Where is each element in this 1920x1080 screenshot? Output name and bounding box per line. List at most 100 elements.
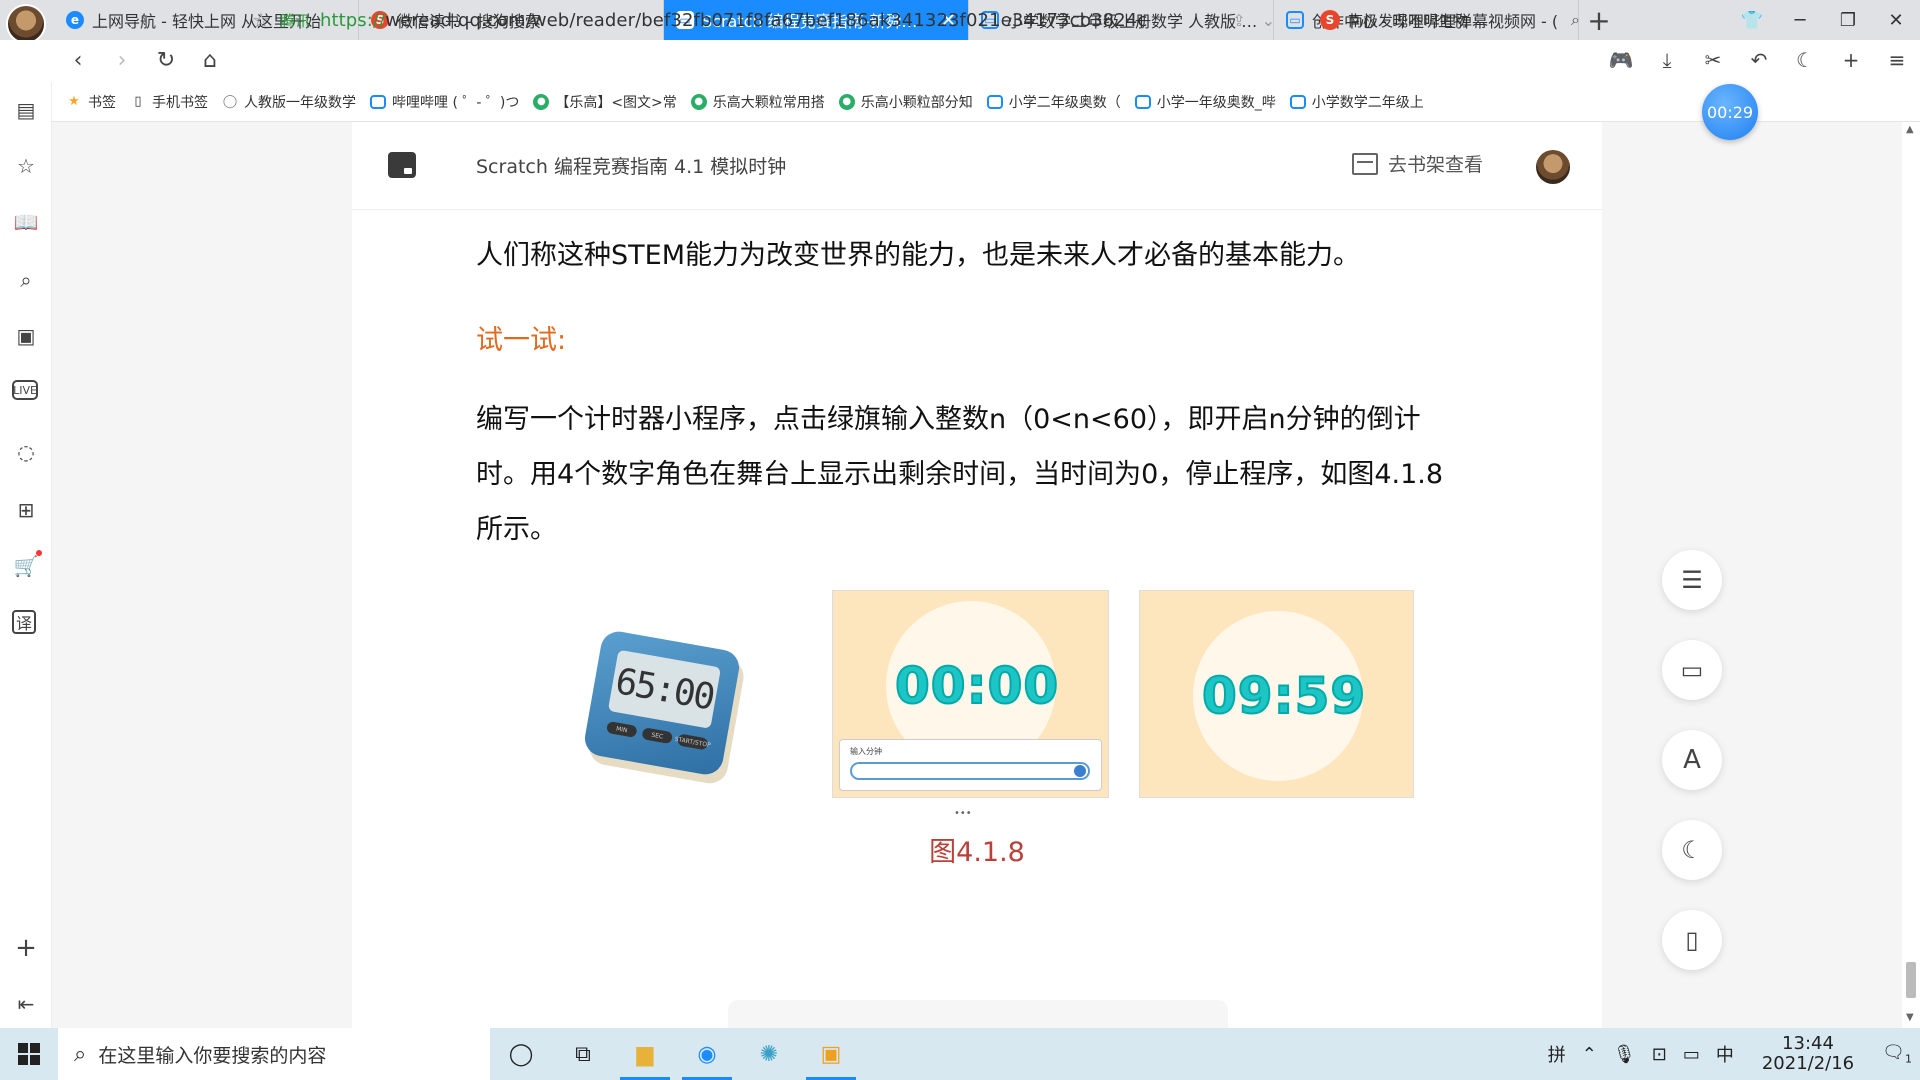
page-scrollbar[interactable]: ▲ ▼ [1902, 122, 1920, 1028]
game-icon[interactable]: 🎮 [1598, 40, 1644, 80]
url-text[interactable]: https://weread.qq.com/web/reader/bef32fb… [320, 10, 1147, 31]
notes-app-icon: ▣ [820, 1041, 842, 1067]
scroll-down-icon[interactable]: ▼ [1906, 1012, 1914, 1023]
bookmark-item[interactable]: ● 【乐高】<图文>常 [533, 92, 690, 112]
reload-button[interactable]: ↻ [144, 40, 188, 80]
scroll-thumb[interactable] [1906, 962, 1916, 998]
bookmark-item[interactable]: ● 乐高大颗粒常用搭 [690, 92, 839, 112]
app-taskbar-button[interactable]: ✺ [738, 1028, 800, 1080]
bookmark-item[interactable]: 小学一年级奥数_哔 [1134, 92, 1290, 112]
lightning-icon[interactable]: ⚡ [1205, 11, 1216, 30]
bookshelf-icon [1352, 152, 1378, 175]
font-button[interactable]: A [1662, 730, 1722, 790]
back-button[interactable]: ‹ [56, 40, 100, 80]
system-clock[interactable]: 13:44 2021/2/16 [1742, 1034, 1874, 1074]
add-icon[interactable]: + [12, 933, 40, 963]
collapse-sidebar-icon[interactable]: ⇤ [12, 990, 40, 1018]
windows-logo-icon [18, 1043, 40, 1065]
new-tab-button[interactable]: + [1579, 0, 1619, 40]
notification-dot [36, 550, 42, 556]
book-icon[interactable]: 📖 [12, 208, 40, 236]
screenshot-icon[interactable]: ✂ [1690, 40, 1736, 80]
skin-icon[interactable]: 👕 [1728, 0, 1776, 40]
task-view-button[interactable]: ⧉ [552, 1028, 614, 1080]
browser-icon: ◉ [697, 1041, 717, 1067]
translate-icon[interactable]: 译 [12, 610, 36, 634]
night-mode-icon[interactable]: ☾ [1782, 40, 1828, 80]
bookmark-star-icon[interactable]: ☆ [252, 8, 270, 32]
figure-caption: 图4.1.8 [929, 837, 1025, 868]
bookmark-mobile[interactable]: ▯ 手机书签 [130, 92, 222, 112]
clock-digits: 00:00 [894, 656, 1060, 716]
left-sidebar: ▤ ☆ 📖 ⌕ ▣ LIVE ◌ ⊞ 🛒 译 + ⇤ [0, 82, 52, 1028]
minimize-button[interactable]: ─ [1776, 0, 1824, 40]
mobile-read-button[interactable]: ▯ [1662, 910, 1722, 970]
bookmark-item[interactable]: ● 乐高小颗粒部分知 [838, 92, 987, 112]
battery-icon[interactable]: ▭ [1675, 1044, 1708, 1065]
paragraph-task-line3: 所示。 [476, 514, 557, 545]
search-input[interactable]: 南极发现不明生物 [1348, 10, 1563, 31]
figure-kitchen-timer: 65:00 MIN SEC START/STOP [582, 628, 742, 786]
reader-header: Scratch 编程竞赛指南 4.1 模拟时钟 去书架查看 [352, 122, 1602, 210]
network-icon[interactable]: ⊡ [1644, 1044, 1675, 1065]
timer-button-label: START/STOP [674, 733, 712, 751]
moon-icon: ☾ [1681, 836, 1703, 864]
file-explorer-button[interactable]: ▆ [614, 1028, 676, 1080]
dark-mode-button[interactable]: ☾ [1662, 820, 1722, 880]
ie-icon: e [66, 11, 84, 29]
video-icon[interactable]: ▣ [12, 322, 40, 350]
font-icon: A [1683, 745, 1701, 775]
ime-mode[interactable]: 拼 [1540, 1041, 1574, 1067]
add-icon[interactable]: + [1828, 40, 1874, 80]
chat-icon[interactable]: ◌ [12, 438, 40, 466]
news-icon[interactable]: ▤ [12, 96, 40, 124]
address-bar[interactable]: ☆ 腾讯 https://weread.qq.com/web/reader/be… [252, 4, 1302, 36]
phone-icon: ▯ [1685, 926, 1699, 954]
sogou-engine-icon[interactable]: S [1320, 10, 1340, 30]
bilibili-icon [1289, 94, 1306, 109]
search-icon[interactable]: ⌕ [12, 266, 40, 294]
bookmark-item[interactable]: 哔哩哔哩 ( ゜- ゜)つ [370, 92, 533, 112]
folder-icon: ▆ [636, 1041, 654, 1067]
wechat-icon: ● [533, 93, 550, 110]
scroll-up-icon[interactable]: ▲ [1906, 124, 1914, 135]
menu-icon[interactable]: ≡ [1874, 40, 1920, 80]
restore-button[interactable]: ❐ [1824, 0, 1872, 40]
user-avatar[interactable] [6, 4, 46, 44]
notes-button[interactable]: ▭ [1662, 640, 1722, 700]
bookmark-item[interactable]: 小学数学二年级上 [1289, 92, 1438, 112]
live-icon[interactable]: LIVE [12, 380, 38, 400]
home-button[interactable]: ⌂ [188, 40, 232, 80]
start-button[interactable] [0, 1028, 58, 1080]
notification-center-icon[interactable]: 🗨1 [1874, 1042, 1920, 1066]
undo-icon[interactable]: ↶ [1736, 40, 1782, 80]
search-box[interactable]: S 南极发现不明生物 ⌕ [1320, 4, 1580, 36]
briefcase-icon[interactable]: ⊞ [12, 496, 40, 524]
system-tray: 拼 ⌃ 🎙 ⊡ ▭ 中 13:44 2021/2/16 🗨1 [1540, 1028, 1920, 1080]
search-icon[interactable]: ⌕ [1571, 10, 1580, 30]
weread-logo-icon[interactable] [388, 152, 416, 178]
cart-icon[interactable]: 🛒 [12, 550, 42, 580]
browser-taskbar-button[interactable]: ◉ [676, 1028, 738, 1080]
bookmark-item[interactable]: 小学二年级奥数（ [986, 92, 1135, 112]
microphone-icon[interactable]: 🎙 [1605, 1044, 1644, 1065]
language-indicator[interactable]: 中 [1708, 1041, 1742, 1067]
taskbar-search[interactable]: ⌕ 在这里输入你要搜索的内容 [58, 1028, 490, 1080]
notes-taskbar-button[interactable]: ▣ [800, 1028, 862, 1080]
forward-button[interactable]: › [100, 40, 144, 80]
bookmark-item[interactable]: ◯ 人教版一年级数学 [222, 92, 370, 112]
reader-avatar[interactable] [1536, 150, 1570, 184]
share-icon[interactable]: ⇪ [1232, 11, 1245, 30]
close-window-button[interactable]: ✕ [1872, 0, 1920, 40]
chevron-down-icon[interactable]: ⌄ [1262, 11, 1275, 30]
go-to-shelf-button[interactable]: 去书架查看 [1352, 150, 1483, 177]
toc-button[interactable]: ☰ [1662, 550, 1722, 610]
star-icon: ★ [68, 94, 80, 109]
download-icon[interactable]: ⤓ [1644, 40, 1690, 80]
bookmark-folder[interactable]: ★ 书签 [66, 92, 130, 112]
chevron-up-icon[interactable]: ⌃ [1574, 1044, 1605, 1065]
reading-timer-badge[interactable]: 00:29 [1702, 84, 1758, 140]
favorites-star-icon[interactable]: ☆ [12, 152, 40, 180]
cortana-icon: ◯ [508, 1041, 534, 1067]
cortana-button[interactable]: ◯ [490, 1028, 552, 1080]
